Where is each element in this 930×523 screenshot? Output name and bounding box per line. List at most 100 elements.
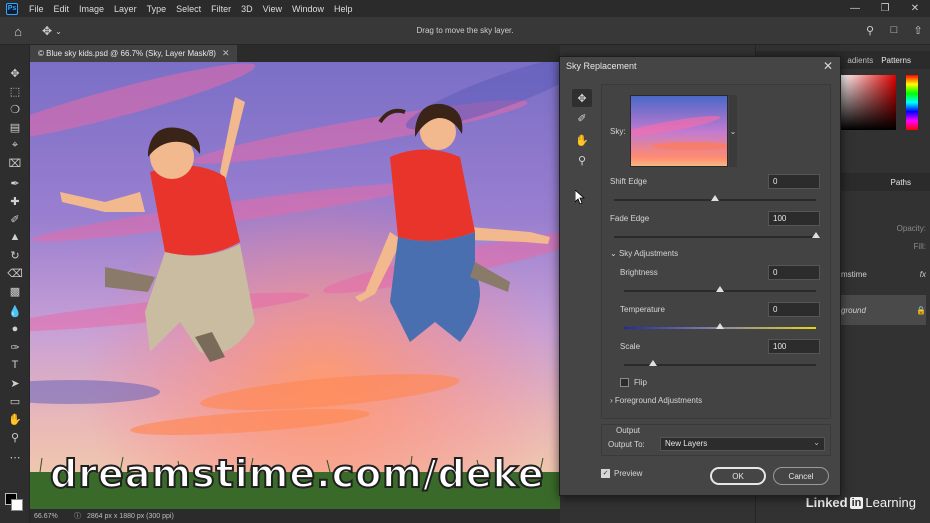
fade-edge-slider[interactable] <box>614 236 816 238</box>
restore-icon[interactable]: ❐ <box>870 0 900 17</box>
shift-edge-slider-thumb[interactable] <box>711 195 719 201</box>
blur-tool-icon[interactable]: 💧 <box>6 303 24 319</box>
tab-gradients[interactable]: adients <box>847 56 873 65</box>
document-tab[interactable]: © Blue sky kids.psd @ 66.7% (Sky, Layer … <box>30 45 238 62</box>
document-tab-title: © Blue sky kids.psd @ 66.7% (Sky, Layer … <box>38 49 216 58</box>
output-to-label: Output To: <box>608 440 645 449</box>
clone-stamp-tool-icon[interactable]: ▲ <box>6 229 24 245</box>
sky-adjustments-header[interactable]: ⌄ Sky Adjustments <box>610 249 678 258</box>
fill-row: Fill: <box>841 231 926 261</box>
sky-preset-thumbnail[interactable] <box>630 95 728 167</box>
layer-row[interactable]: ground 🔒 <box>841 295 926 325</box>
marquee-tool-icon[interactable]: ⬚ <box>6 83 24 99</box>
hand-tool-icon[interactable]: ✋ <box>6 411 24 427</box>
object-selection-tool-icon[interactable]: ▤ <box>6 119 24 135</box>
hue-slider[interactable] <box>906 75 918 130</box>
chevron-down-icon: ⌄ <box>813 438 820 447</box>
color-picker-field[interactable] <box>841 75 896 130</box>
fade-edge-slider-thumb[interactable] <box>812 232 820 238</box>
preview-checkbox[interactable]: ✓ <box>601 469 610 478</box>
eraser-tool-icon[interactable]: ⌫ <box>6 265 24 281</box>
hand-tool-icon[interactable]: ✋ <box>572 131 592 149</box>
workspace-icon[interactable]: □ <box>886 21 902 39</box>
menu-3d[interactable]: 3D <box>236 4 258 14</box>
scale-input[interactable]: 100 <box>768 339 820 354</box>
menu-filter[interactable]: Filter <box>206 4 236 14</box>
flip-checkbox[interactable] <box>620 378 629 387</box>
options-bar: ⌂ ✥ ⌄ Drag to move the sky layer. ⚲ □ ⇧ <box>0 17 930 45</box>
more-tools-icon[interactable]: ⋯ <box>6 449 24 465</box>
scale-slider-thumb[interactable] <box>648 360 657 366</box>
eyedropper-tool-icon[interactable]: ✒ <box>6 175 24 191</box>
temperature-label: Temperature <box>620 305 665 314</box>
window-controls: — ❐ ✕ <box>840 0 930 17</box>
temperature-slider-thumb[interactable] <box>716 323 724 329</box>
document-info: 2864 px x 1880 px (300 ppi) <box>87 512 174 520</box>
brightness-label: Brightness <box>620 268 658 277</box>
pen-tool-icon[interactable]: ✑ <box>6 339 24 355</box>
layer-name: ground <box>841 305 866 315</box>
preview-label: Preview <box>614 469 643 478</box>
zoom-tool-icon[interactable]: ⚲ <box>572 151 592 169</box>
scale-label: Scale <box>620 342 641 351</box>
search-icon[interactable]: ⚲ <box>862 21 878 39</box>
temperature-input[interactable]: 0 <box>768 302 820 317</box>
chevron-down-icon: ⌄ <box>729 126 737 136</box>
status-bar: 66.67% ⓘ 2864 px x 1880 px (300 ppi) <box>30 509 560 523</box>
menu-view[interactable]: View <box>258 4 287 14</box>
layer-row[interactable]: mstime fx <box>841 259 926 289</box>
output-to-select[interactable]: New Layers ⌄ <box>660 437 825 451</box>
crop-tool-icon[interactable]: ⌖ <box>6 137 24 153</box>
path-selection-tool-icon[interactable]: ➤ <box>6 375 24 391</box>
lasso-tool-icon[interactable]: ❍ <box>6 101 24 117</box>
minimize-icon[interactable]: — <box>840 0 870 17</box>
fade-edge-input[interactable]: 100 <box>768 211 820 226</box>
menu-help[interactable]: Help <box>329 4 358 14</box>
history-brush-tool-icon[interactable]: ↻ <box>6 247 24 263</box>
close-icon[interactable]: ✕ <box>222 48 230 59</box>
sky-adjustments-label: Sky Adjustments <box>618 249 679 258</box>
frame-tool-icon[interactable]: ⌧ <box>6 155 24 171</box>
close-window-icon[interactable]: ✕ <box>900 0 930 17</box>
tab-patterns[interactable]: Patterns <box>881 56 911 65</box>
flip-label: Flip <box>634 378 647 387</box>
document-canvas[interactable]: dreamstime.com/deke <box>30 62 560 509</box>
menu-file[interactable]: File <box>24 4 49 14</box>
ok-button[interactable]: OK <box>710 467 766 485</box>
menu-select[interactable]: Select <box>171 4 206 14</box>
move-tool-icon[interactable]: ✥ <box>6 65 24 81</box>
sky-brush-tool-icon[interactable]: ✐ <box>572 109 592 127</box>
shift-edge-label: Shift Edge <box>610 177 647 186</box>
cancel-button[interactable]: Cancel <box>773 467 829 485</box>
layer-effects-icon[interactable]: fx <box>920 270 926 279</box>
brightness-slider-thumb[interactable] <box>716 286 724 292</box>
foreground-adjustments-header[interactable]: › Foreground Adjustments <box>610 396 702 405</box>
mouse-cursor-icon <box>575 190 585 204</box>
sky-preset-dropdown[interactable]: ⌄ <box>729 95 737 167</box>
dodge-tool-icon[interactable]: ● <box>6 321 24 337</box>
menu-image[interactable]: Image <box>74 4 109 14</box>
gradient-tool-icon[interactable]: ▩ <box>6 283 24 299</box>
background-color-swatch[interactable] <box>11 499 23 511</box>
shift-edge-input[interactable]: 0 <box>768 174 820 189</box>
close-icon[interactable]: ✕ <box>823 59 833 73</box>
brightness-input[interactable]: 0 <box>768 265 820 280</box>
fill-label: Fill: <box>913 241 926 251</box>
zoom-level[interactable]: 66.67% <box>34 513 74 520</box>
menu-layer[interactable]: Layer <box>109 4 142 14</box>
dialog-title: Sky Replacement <box>566 61 637 71</box>
menu-edit[interactable]: Edit <box>49 4 75 14</box>
share-icon[interactable]: ⇧ <box>910 21 926 39</box>
type-tool-icon[interactable]: T <box>6 357 24 373</box>
layer-name: mstime <box>841 269 867 279</box>
menu-type[interactable]: Type <box>142 4 172 14</box>
rectangle-tool-icon[interactable]: ▭ <box>6 393 24 409</box>
tab-paths[interactable]: Paths <box>891 178 911 187</box>
menu-window[interactable]: Window <box>287 4 329 14</box>
zoom-tool-icon[interactable]: ⚲ <box>6 429 24 445</box>
output-to-value: New Layers <box>665 439 708 448</box>
healing-brush-tool-icon[interactable]: ✚ <box>6 193 24 209</box>
sky-move-tool-icon[interactable]: ✥ <box>572 89 592 107</box>
brush-tool-icon[interactable]: ✐ <box>6 211 24 227</box>
linkedin-learning-logo: Linked in Learning <box>805 495 916 510</box>
